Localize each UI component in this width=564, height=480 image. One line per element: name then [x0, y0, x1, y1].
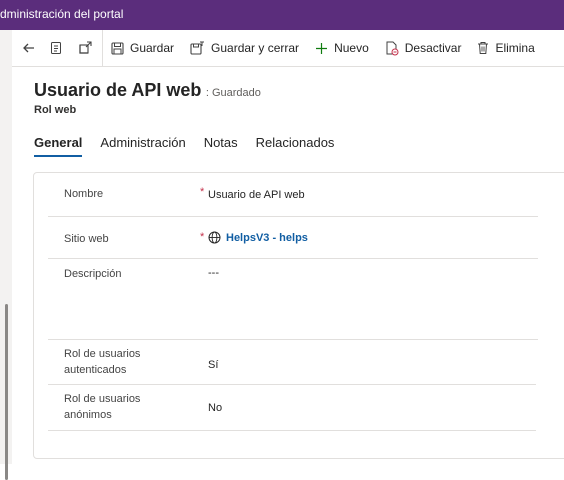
- field-row-sitio-web: Sitio web * HelpsV3 - helps: [48, 216, 538, 259]
- save-icon: [111, 41, 124, 55]
- open-new-window-button[interactable]: [70, 30, 103, 66]
- record-entity-type: Rol web: [34, 104, 77, 116]
- save-close-icon: [190, 41, 205, 55]
- rol-autenticados-toggle[interactable]: Sí: [208, 359, 218, 371]
- trash-icon: [478, 42, 489, 54]
- plus-icon: [316, 42, 328, 54]
- page-icon: [51, 42, 61, 54]
- save-and-close-label: Guardar y cerrar: [211, 41, 300, 55]
- new-label: Nuevo: [334, 41, 369, 55]
- descripcion-textarea[interactable]: ---: [208, 267, 219, 279]
- deactivate-button[interactable]: Desactivar: [377, 30, 470, 66]
- deactivate-label: Desactivar: [404, 41, 462, 55]
- delete-button[interactable]: Elimina: [469, 30, 542, 66]
- scrollbar-track[interactable]: [0, 30, 12, 480]
- record-name: Usuario de API web: [34, 80, 202, 100]
- field-row-nombre: Nombre * Usuario de API web: [48, 173, 538, 217]
- deactivate-icon: [386, 41, 399, 55]
- field-label-rol-autenticados-line1: Rol de usuarios: [64, 348, 141, 360]
- required-marker: *: [200, 186, 205, 198]
- save-label: Guardar: [130, 41, 175, 55]
- field-label-rol-anonimos-line1: Rol de usuarios: [64, 393, 141, 405]
- tab-general[interactable]: General: [34, 135, 83, 157]
- globe-icon: [208, 231, 221, 244]
- tab-relacionados[interactable]: Relacionados: [256, 135, 335, 157]
- app-title: dministración del portal: [0, 7, 124, 21]
- record-view-button[interactable]: [42, 30, 70, 66]
- app-header-bar: dministración del portal: [0, 0, 564, 30]
- tab-administracion[interactable]: Administración: [100, 135, 185, 157]
- record-header: Usuario de API web : Guardado: [34, 80, 261, 101]
- general-section: Nombre * Usuario de API web Sitio web * …: [33, 172, 564, 459]
- record-status: : Guardado: [205, 87, 261, 99]
- save-and-close-button[interactable]: Guardar y cerrar: [182, 30, 307, 66]
- sitio-web-value: HelpsV3 - helps: [226, 231, 308, 244]
- command-bar: Guardar Guardar y cerrar Nuevo Desactiva…: [12, 30, 564, 67]
- back-button[interactable]: [12, 30, 42, 66]
- required-marker: *: [200, 231, 205, 243]
- nombre-input[interactable]: Usuario de API web: [208, 189, 305, 201]
- field-row-rol-autenticados: Rol de usuarios autenticados Sí: [48, 339, 536, 385]
- save-button[interactable]: Guardar: [103, 30, 182, 66]
- field-row-rol-anonimos: Rol de usuarios anónimos No: [48, 384, 536, 431]
- field-label-descripcion: Descripción: [64, 268, 122, 280]
- popout-icon: [79, 41, 92, 54]
- field-label-rol-autenticados: Rol de usuarios autenticados: [64, 346, 140, 378]
- field-label-rol-autenticados-line2: autenticados: [64, 364, 127, 376]
- new-button[interactable]: Nuevo: [307, 30, 377, 66]
- field-label-rol-anonimos-line2: anónimos: [64, 409, 112, 421]
- arrow-left-icon: [23, 43, 34, 53]
- field-label-sitio-web: Sitio web: [64, 233, 109, 245]
- delete-label: Elimina: [495, 41, 535, 55]
- field-label-nombre: Nombre: [64, 188, 104, 200]
- field-label-rol-anonimos: Rol de usuarios anónimos: [64, 391, 140, 423]
- scrollbar-thumb[interactable]: [5, 304, 8, 480]
- form-tabs: General Administración Notas Relacionado…: [34, 135, 352, 157]
- tab-notas[interactable]: Notas: [204, 135, 238, 157]
- field-row-descripcion: Descripción ---: [48, 258, 538, 340]
- sitio-web-lookup-link[interactable]: HelpsV3 - helps: [208, 231, 308, 244]
- rol-anonimos-toggle[interactable]: No: [208, 402, 222, 414]
